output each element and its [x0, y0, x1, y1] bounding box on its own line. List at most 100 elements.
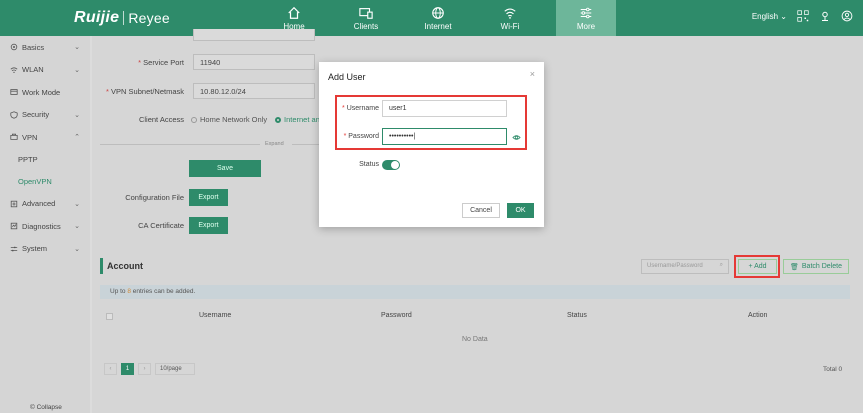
sidebar-item-label: System: [22, 244, 48, 254]
globe-icon: [432, 6, 444, 19]
ok-button[interactable]: OK: [507, 203, 534, 218]
client-access-opt1: Home Network Only: [200, 115, 268, 124]
chevron-down-icon: ⌄: [74, 245, 80, 253]
collapse-sidebar-button[interactable]: © Collapse: [30, 404, 62, 411]
wifi-icon: [504, 7, 516, 19]
divider-right: [292, 144, 319, 145]
qr-code-icon[interactable]: [797, 10, 809, 22]
save-button[interactable]: Save: [189, 160, 261, 177]
top-cut-input[interactable]: [193, 29, 315, 41]
search-icon: ⌕: [719, 262, 723, 268]
sliders-icon: [10, 246, 18, 252]
logo-ruijie: Ruijie: [74, 9, 120, 26]
advanced-icon: [10, 200, 18, 207]
status-label: Status: [359, 161, 379, 168]
language-label: English: [751, 11, 779, 21]
no-data-text: No Data: [462, 336, 488, 343]
cancel-button[interactable]: Cancel: [462, 203, 500, 218]
batch-delete-button[interactable]: 🗑︎ Batch Delete: [783, 259, 849, 274]
vpn-subnet-input[interactable]: 10.80.12.0/24: [193, 83, 315, 99]
sidebar-item-label: Security: [22, 110, 50, 120]
client-access-radio-home[interactable]: Home Network Only: [191, 115, 267, 124]
sidebar-item-label: WLAN: [22, 65, 44, 75]
sidebar-item-pptp[interactable]: PPTP: [0, 149, 90, 171]
sidebar-item-work-mode[interactable]: Work Mode: [0, 81, 90, 104]
account-title: Account: [107, 261, 143, 271]
col-password: Password: [381, 312, 412, 319]
page-1-button[interactable]: 1: [121, 363, 134, 375]
chevron-down-icon: ⌄: [74, 200, 80, 208]
devices-icon: [359, 7, 373, 19]
service-port-input[interactable]: 11940: [193, 54, 315, 70]
account-accent-bar: [100, 258, 103, 274]
col-username: Username: [199, 312, 232, 319]
export-config-button[interactable]: Export: [189, 189, 228, 206]
divider-left: [100, 144, 260, 145]
table-header: Username Password Status Action: [100, 309, 850, 325]
chevron-down-icon: ⌄: [74, 223, 80, 231]
nav-more-label: More: [576, 21, 596, 31]
sidebar-item-basics[interactable]: Basics ⌄: [0, 36, 90, 59]
sidebar-item-security[interactable]: Security ⌄: [0, 104, 90, 127]
top-navigation-bar: Ruijie Reyee Home Clients Internet Wi-Fi…: [0, 0, 863, 36]
ca-cert-label: CA Certificate: [138, 221, 184, 230]
chevron-down-icon: ⌄: [74, 111, 80, 119]
chevron-down-icon: ⌄: [74, 44, 80, 52]
client-access-radio-internet[interactable]: Internet an: [275, 115, 319, 124]
dialog-title: Add User: [328, 72, 366, 82]
trash-icon: 🗑︎: [790, 263, 799, 271]
total-count: Total 0: [823, 366, 843, 373]
logo-reyee: Reyee: [128, 10, 170, 26]
page-size-select[interactable]: 10/page: [155, 363, 195, 375]
close-icon[interactable]: ×: [530, 69, 535, 79]
username-input[interactable]: user1: [382, 100, 507, 117]
sidebar-item-openvpn[interactable]: OpenVPN: [0, 171, 90, 193]
sidebar-item-system[interactable]: System ⌄: [0, 238, 90, 261]
export-ca-button[interactable]: Export: [189, 217, 228, 234]
search-placeholder: Username/Password: [647, 263, 703, 269]
entries-notice: Up to 8 entries can be added.: [100, 285, 850, 299]
account-search-input[interactable]: Username/Password ⌕: [641, 259, 729, 274]
sidebar-item-vpn[interactable]: VPN ⌃: [0, 126, 90, 149]
add-button-highlight: [734, 255, 780, 278]
nav-wifi[interactable]: Wi-Fi: [474, 0, 546, 36]
service-port-label: * Service Port: [138, 58, 184, 67]
col-action: Action: [748, 312, 768, 319]
sidebar: Basics ⌄ WLAN ⌄ Work Mode Security ⌄ VPN ⌃ P…: [0, 36, 90, 413]
wifi-icon: [10, 67, 18, 73]
network-device-icon[interactable]: [819, 10, 831, 22]
prev-page-button[interactable]: ‹: [104, 363, 117, 375]
col-status: Status: [567, 312, 587, 319]
shield-icon: [10, 111, 18, 119]
nav-wifi-label: Wi-Fi: [500, 21, 520, 31]
sidebar-item-label: Basics: [22, 42, 45, 52]
entries-count: 8: [127, 288, 131, 295]
nav-more[interactable]: More: [556, 0, 616, 36]
nav-clients[interactable]: Clients: [330, 0, 402, 36]
gear-icon: [10, 44, 18, 51]
sidebar-item-advanced[interactable]: Advanced ⌄: [0, 193, 90, 216]
language-select[interactable]: English ⌄: [752, 12, 787, 21]
client-access-label: Client Access: [138, 115, 184, 124]
next-page-button[interactable]: ›: [138, 363, 151, 375]
vpn-subnet-label: * VPN Subnet/Netmask: [106, 87, 184, 96]
nav-internet[interactable]: Internet: [402, 0, 474, 36]
sidebar-item-diagnostics[interactable]: Diagnostics ⌄: [0, 215, 90, 238]
sidebar-item-label: Work Mode: [22, 87, 61, 97]
config-file-label: Configuration File: [125, 193, 184, 202]
batch-delete-label: Batch Delete: [801, 263, 842, 270]
status-toggle[interactable]: [382, 160, 400, 170]
expand-link[interactable]: Expand: [265, 141, 284, 147]
client-access-opt2: Internet an: [284, 115, 319, 124]
brand-logo: Ruijie Reyee: [74, 9, 170, 27]
add-user-dialog: Add User × * Username user1 * Password •…: [319, 62, 544, 227]
sidebar-item-wlan[interactable]: WLAN ⌄: [0, 59, 90, 82]
chevron-down-icon: ⌄: [74, 66, 80, 74]
pagination: ‹ 1 › 10/page: [104, 363, 195, 375]
username-label: * Username: [342, 105, 379, 112]
radio-icon: [191, 117, 197, 124]
diagnostics-icon: [10, 223, 18, 230]
password-input[interactable]: ••••••••••|: [382, 128, 507, 145]
user-account-icon[interactable]: [841, 10, 853, 22]
eye-icon[interactable]: [512, 133, 521, 142]
